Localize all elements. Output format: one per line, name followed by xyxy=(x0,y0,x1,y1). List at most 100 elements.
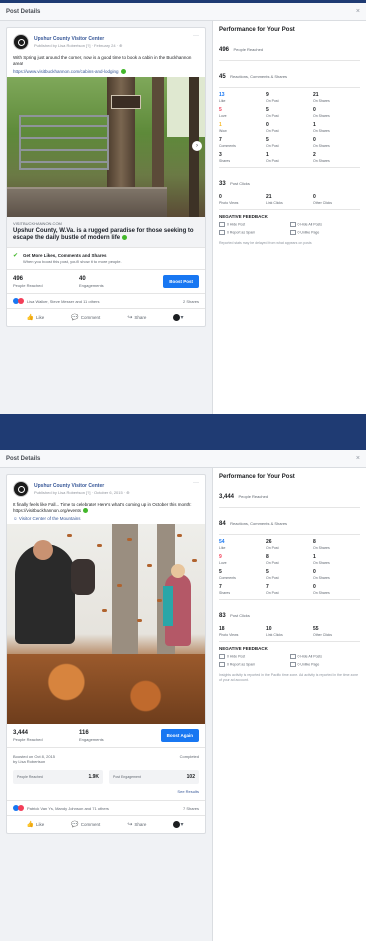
clicks-breakdown-grid: 18 Photo Views 10 Link Clicks 55 Other Clicks xyxy=(219,626,360,637)
audience-selector[interactable]: ▾ xyxy=(173,821,185,828)
metric-value: 5 xyxy=(266,107,269,113)
extra-link-text[interactable]: Visitor Center of the Mountains xyxy=(19,516,81,521)
metric-value: 0 xyxy=(313,584,316,590)
globe-icon xyxy=(173,821,181,828)
gate-shape xyxy=(19,115,109,171)
post-image-forest-gate[interactable]: › xyxy=(7,77,205,218)
metric-label: On Shares xyxy=(313,99,330,103)
like-button[interactable]: 👍 Like xyxy=(27,314,45,321)
metric-cell: 5 On Post xyxy=(266,107,313,118)
link-domain: VISITBUCKHANNON.COM xyxy=(13,221,62,227)
perf-reached-value: 3,444 xyxy=(219,494,235,500)
page-name-link[interactable]: Upshur County Visitor Center xyxy=(34,483,130,489)
comment-icon: 💬 xyxy=(71,315,79,322)
more-options-icon[interactable]: ··· xyxy=(193,480,199,486)
boost-tip-desc: When you boost this post, you'll show it… xyxy=(23,259,122,265)
see-results-link[interactable]: See Results xyxy=(13,789,199,794)
caption-link[interactable]: https://www.visitbuckhannon.com/cabins-a… xyxy=(7,69,205,77)
metric-cell: 7 On Post xyxy=(266,584,313,595)
dialog-title: Post Details xyxy=(6,8,41,15)
post-details-dialog-1: Post Details × Upshur County Visitor Cen… xyxy=(0,0,366,414)
metric-label: Love xyxy=(219,114,227,118)
metric-cell: 10 Link Clicks xyxy=(266,626,313,637)
metric-cell: 9 On Post xyxy=(266,92,313,103)
metric-cell: 5 On Post xyxy=(266,569,313,580)
metric-label: On Shares xyxy=(313,159,330,163)
reached-label: People Reached xyxy=(13,736,43,742)
link-title: Upshur County, W.Va. is a rugged paradis… xyxy=(13,228,199,242)
performance-panel: Performance for Your Post 3,444 People R… xyxy=(212,468,366,941)
boost-again-button[interactable]: Boost Again xyxy=(160,729,199,742)
reached-value: 3,444 xyxy=(13,729,29,736)
audience-selector[interactable]: ▾ xyxy=(173,314,185,322)
comment-button[interactable]: 💬 Comment xyxy=(71,821,100,828)
reached-label: People Reached xyxy=(13,282,43,288)
negative-feedback-item: 0 Unlike Page xyxy=(290,662,361,667)
emoji-icon xyxy=(83,508,89,514)
link-preview[interactable]: VISITBUCKHANNON.COM Upshur County, W.Va.… xyxy=(7,217,205,249)
reactions-bar[interactable]: Lisa Walker, Steve Messer and 11 others … xyxy=(7,294,205,310)
more-options-icon[interactable]: ··· xyxy=(193,33,199,39)
dog-figure xyxy=(71,559,95,595)
metric-value: 9 xyxy=(219,554,222,560)
metric-label: On Shares xyxy=(313,576,330,580)
close-icon[interactable]: × xyxy=(356,8,360,15)
metric-label: Shares xyxy=(219,159,231,163)
comment-label: Comment xyxy=(80,822,101,827)
metric-cell: 13 Like xyxy=(219,92,266,103)
negative-feedback-item: 0 Hide All Posts xyxy=(290,654,361,659)
share-button[interactable]: ↪ Share xyxy=(127,314,146,321)
reached-value: 496 xyxy=(13,275,24,282)
boost-post-button[interactable]: Boost Post xyxy=(163,275,199,289)
boost-tip: ✔ Get More Likes, Comments and Shares Wh… xyxy=(7,248,205,271)
caption-link-text[interactable]: https://www.visitbuckhannon.com/cabins-a… xyxy=(13,69,119,74)
log-pile xyxy=(7,187,167,218)
shares-count[interactable]: 7 Shares xyxy=(183,806,199,811)
post-card: Upshur County Visitor Center Published b… xyxy=(6,27,206,328)
metric-cell: 26 On Post xyxy=(266,539,313,550)
engagements-label: Engagements xyxy=(79,736,104,742)
page-name-link[interactable]: Upshur County Visitor Center xyxy=(34,36,123,42)
negative-feedback-grid: 0 Hide Post 0 Hide All Posts 0 Report as S… xyxy=(219,222,360,235)
avatar[interactable] xyxy=(13,481,29,497)
chevron-down-icon: ▾ xyxy=(180,315,184,322)
reaction-breakdown-grid: 54 Like 26 On Post 8 On Shares 9 Love 8 On Post 1 O… xyxy=(219,539,360,595)
perf-engagement-label: Reactions, Comments & Shares xyxy=(230,74,288,79)
metric-value: 55 xyxy=(313,626,319,632)
metric-value: 21 xyxy=(313,92,319,98)
post-image-autumn-leaves[interactable] xyxy=(7,524,205,724)
post-header: Upshur County Visitor Center Published b… xyxy=(7,475,205,500)
boost-tip-title: Get More Likes, Comments and Shares xyxy=(23,253,107,259)
comment-button[interactable]: 💬 Comment xyxy=(71,314,100,321)
boost-people-reached: People Reached 1.9K xyxy=(13,770,103,784)
metric-label: On Shares xyxy=(313,561,330,565)
negative-feedback-item: 0 Hide Post xyxy=(219,222,290,227)
metric-cell: 5 Comments xyxy=(219,569,266,580)
metric-cell: 8 On Shares xyxy=(313,539,360,550)
metric-value: 10 xyxy=(266,626,272,632)
share-button[interactable]: ↪ Share xyxy=(127,821,146,828)
reactions-bar[interactable]: Patrick Van Ys, Mandy Johnson and 71 oth… xyxy=(7,801,205,816)
chevron-down-icon: ▾ xyxy=(180,822,184,828)
shares-count[interactable]: 2 Shares xyxy=(183,299,199,304)
metric-value: 1 xyxy=(266,152,269,158)
next-arrow-icon[interactable]: › xyxy=(192,141,202,152)
avatar[interactable] xyxy=(13,34,29,50)
negative-feedback-title: NEGATIVE FEEDBACK xyxy=(219,214,268,219)
close-icon[interactable]: × xyxy=(356,455,360,462)
metric-label: On Post xyxy=(266,576,279,580)
reactions-text[interactable]: Patrick Van Ys, Mandy Johnson and 71 oth… xyxy=(27,806,109,811)
like-button[interactable]: 👍 Like xyxy=(27,821,45,828)
boost-people-reached-value: 1.9K xyxy=(88,774,99,780)
reactions-text[interactable]: Lisa Walker, Steve Messer and 11 others xyxy=(27,299,99,304)
metric-value: 0 xyxy=(313,194,316,200)
post-card: Upshur County Visitor Center Published b… xyxy=(6,474,206,834)
extra-link[interactable]: ☺ Visitor Center of the Mountains xyxy=(7,516,205,524)
post-clicks-value: 33 xyxy=(219,181,226,187)
performance-note: Insights activity is reported in the Pac… xyxy=(219,673,359,682)
dialog-titlebar: Post Details × xyxy=(0,450,366,468)
metric-cell: 9 Love xyxy=(219,554,266,565)
metric-value: 7 xyxy=(219,137,222,143)
metric-value: 0 xyxy=(313,137,316,143)
performance-panel: Performance for Your Post 496 People Rea… xyxy=(212,21,366,414)
